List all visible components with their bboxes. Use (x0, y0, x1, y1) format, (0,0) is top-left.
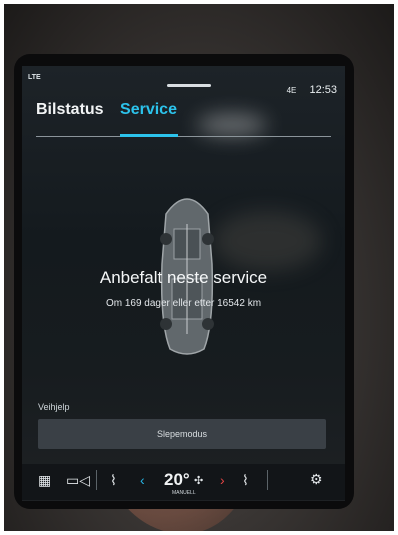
fan-icon[interactable]: ✣ (194, 474, 203, 487)
divider (267, 470, 268, 490)
divider (96, 470, 97, 490)
tab-bar: Bilstatus Service (36, 101, 189, 119)
temperature-value[interactable]: 20° (164, 470, 190, 490)
slepemodus-button[interactable]: Slepemodus (38, 419, 326, 449)
service-title: Anbefalt neste service (99, 268, 268, 287)
veihjelp-label: Veihjelp (38, 402, 70, 412)
tab-service[interactable]: Service (120, 101, 177, 119)
photo-frame: LTE 4E 12:53 Bilstatus Service Anbefalt … (4, 4, 394, 531)
tab-bilstatus[interactable]: Bilstatus (36, 101, 104, 119)
status-signal: LTE (28, 74, 41, 81)
climate-mode: MANUELL (172, 490, 196, 496)
settings-icon[interactable]: ⚙ (310, 471, 323, 488)
glare (197, 114, 267, 136)
active-tab-indicator (120, 134, 178, 137)
clock: 12:53 (309, 84, 337, 96)
temp-up-arrow[interactable]: › (220, 472, 225, 488)
camera-icon[interactable]: ▭◁ (66, 472, 90, 489)
grid-icon[interactable]: ▦ (38, 472, 51, 489)
temp-down-arrow[interactable]: ‹ (140, 472, 145, 488)
status-bar-right: 4E 12:53 (287, 84, 337, 96)
tab-divider (36, 136, 331, 137)
seat-heat-icon[interactable]: ⌇ (110, 472, 117, 489)
glare (212, 211, 322, 271)
service-subtitle: Om 169 dager eller etter 16542 km (105, 298, 262, 309)
infotainment-screen: LTE 4E 12:53 Bilstatus Service Anbefalt … (22, 66, 345, 501)
network-indicator: 4E (286, 86, 297, 95)
drag-handle[interactable] (167, 84, 211, 87)
seat-icon[interactable]: ⌇ (242, 472, 249, 489)
